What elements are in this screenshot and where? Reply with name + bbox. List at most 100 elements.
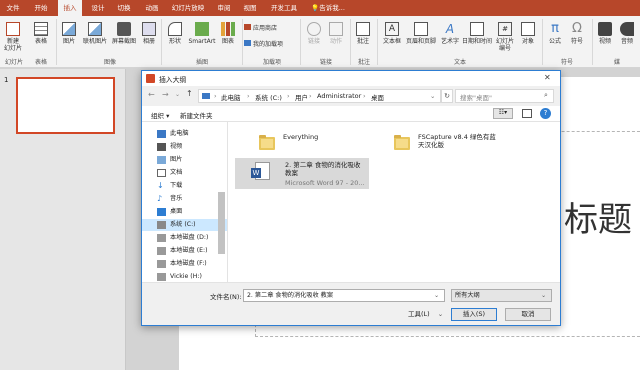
dialog-footer: 文件名(N): 2. 第二章 食物的消化吸收 教案 ⌄ 所有大纲 ⌄ 工具(L)…: [142, 282, 560, 325]
nav-item-this-pc[interactable]: 此电脑: [142, 128, 227, 140]
slide-title-placeholder[interactable]: 标题: [564, 200, 632, 240]
wordart-button[interactable]: A 艺术字: [438, 22, 462, 45]
filename-input[interactable]: 2. 第二章 食物的消化吸收 教案 ⌄: [243, 289, 445, 302]
table-button[interactable]: 表格: [30, 22, 52, 45]
chevron-down-icon[interactable]: ⌄: [541, 290, 546, 301]
new-slide-button[interactable]: 新建 幻灯片: [2, 22, 24, 52]
refresh-icon[interactable]: ↻: [441, 89, 453, 103]
globe-icon: [307, 22, 321, 36]
chevron-down-icon[interactable]: ⌄: [430, 92, 435, 100]
tools-button[interactable]: 工具(L) ⌄: [408, 308, 443, 321]
close-icon[interactable]: ✕: [544, 73, 551, 82]
filetype-select[interactable]: 所有大纲 ⌄: [451, 289, 552, 302]
search-icon: ⌕: [544, 91, 548, 99]
nav-item-drive-h[interactable]: Vickie (H:): [142, 271, 227, 282]
computer-icon: [202, 93, 210, 99]
dialog-toolbar: 组织 ▾ 新建文件夹 ☷▾ ?: [142, 106, 560, 122]
tab-transitions[interactable]: 切换: [113, 0, 135, 16]
tab-file[interactable]: 文件: [2, 0, 24, 16]
breadcrumb-item[interactable]: 桌面: [371, 92, 384, 102]
up-arrow-icon[interactable]: ↑: [186, 89, 193, 98]
textbox-button[interactable]: A 文本框: [379, 22, 405, 45]
smartart-button[interactable]: SmartArt: [188, 22, 216, 45]
video-button[interactable]: 视频: [594, 22, 616, 45]
folder-icon: [394, 135, 410, 150]
slide-number-button[interactable]: # 幻灯片 编号: [492, 22, 518, 52]
breadcrumb-separator-icon: ›: [363, 92, 366, 100]
file-item-selected[interactable]: W 2. 第二章 食物的消化吸收教案 Microsoft Word 97 - 2…: [235, 158, 369, 189]
nav-item-pictures[interactable]: 图片: [142, 154, 227, 166]
file-name: 2. 第二章 食物的消化吸收教案: [285, 161, 361, 177]
nav-item-desktop[interactable]: 桌面: [142, 206, 227, 218]
tell-me-box[interactable]: 💡告诉我...: [310, 0, 346, 16]
nav-item-downloads[interactable]: ↓ 下载: [142, 180, 227, 192]
preview-pane-icon[interactable]: [522, 109, 532, 118]
datetime-button[interactable]: 日期和时间: [462, 22, 492, 45]
nav-item-music[interactable]: ♪ 音乐: [142, 193, 227, 205]
help-icon[interactable]: ?: [540, 108, 551, 119]
my-addins-button[interactable]: 我的加载项: [244, 40, 292, 48]
forward-arrow-icon[interactable]: →: [162, 90, 169, 99]
navigation-pane: 此电脑 视频 图片 文档 ↓ 下载 ♪ 音乐 桌面 系统 (C:) 本地磁盘 (D:…: [142, 122, 228, 282]
shapes-button[interactable]: 形状: [164, 22, 186, 45]
nav-item-drive-d[interactable]: 本地磁盘 (D:): [142, 232, 227, 244]
file-item-folder[interactable]: FSCapture v8.4 绿色有蓝天汉化版: [392, 128, 552, 158]
drive-icon: [157, 221, 166, 229]
breadcrumb-item[interactable]: Administrator: [317, 92, 361, 100]
album-button[interactable]: 相册: [140, 22, 158, 45]
tab-slideshow[interactable]: 幻灯片放映: [168, 0, 208, 16]
cancel-button[interactable]: 取消: [505, 308, 551, 321]
comment-button[interactable]: 批注: [352, 22, 374, 45]
tab-developer[interactable]: 开发工具: [266, 0, 302, 16]
new-folder-button[interactable]: 新建文件夹: [180, 110, 213, 120]
nav-item-drive-e[interactable]: 本地磁盘 (E:): [142, 245, 227, 257]
tab-home[interactable]: 开始: [30, 0, 52, 16]
breadcrumb-item[interactable]: 用户: [295, 92, 308, 102]
screenshot-button[interactable]: 屏幕截图: [110, 22, 138, 45]
object-button[interactable]: 对象: [518, 22, 538, 45]
group-label-media: 媒: [613, 59, 620, 66]
textbox-icon: A: [385, 22, 399, 36]
action-icon: [329, 22, 343, 36]
header-footer-button[interactable]: 页眉和页脚: [405, 22, 437, 45]
search-box[interactable]: 搜索"桌面" ⌕: [455, 89, 554, 103]
nav-item-system-c[interactable]: 系统 (C:): [142, 219, 227, 231]
tab-insert[interactable]: 插入: [58, 0, 82, 16]
back-arrow-icon[interactable]: ←: [148, 90, 155, 99]
tab-view[interactable]: 视图: [240, 0, 260, 16]
nav-item-documents[interactable]: 文档: [142, 167, 227, 179]
calendar-icon: [470, 22, 484, 36]
dialog-title-bar: 插入大纲 ✕: [142, 71, 560, 86]
file-item-folder[interactable]: Everything: [257, 128, 367, 158]
recent-dropdown-icon[interactable]: ⌄: [175, 91, 180, 98]
view-options-icon[interactable]: ☷▾: [493, 108, 513, 119]
insert-button[interactable]: 插入(S): [451, 308, 497, 321]
breadcrumb-separator-icon: ›: [287, 92, 290, 100]
nav-item-videos[interactable]: 视频: [142, 141, 227, 153]
tab-review[interactable]: 审阅: [214, 0, 234, 16]
slide-thumbnail[interactable]: [16, 77, 115, 134]
online-picture-button[interactable]: 联机图片: [80, 22, 110, 45]
organize-button[interactable]: 组织 ▾: [151, 110, 169, 120]
chevron-down-icon[interactable]: ⌄: [434, 290, 439, 301]
nav-item-drive-f[interactable]: 本地磁盘 (F:): [142, 258, 227, 270]
audio-button[interactable]: 音频: [616, 22, 638, 45]
tab-design[interactable]: 设计: [87, 0, 109, 16]
tab-animations[interactable]: 动画: [141, 0, 163, 16]
group-label-symbols: 符号: [560, 59, 573, 66]
chart-button[interactable]: 图表: [218, 22, 238, 45]
breadcrumb-item[interactable]: 系统 (C:): [255, 92, 282, 102]
drive-icon: [157, 260, 166, 268]
picture-button[interactable]: 图片: [58, 22, 80, 45]
link-button[interactable]: 链接: [304, 22, 324, 45]
breadcrumb[interactable]: › 此电脑 › 系统 (C:) › 用户 › Administrator › 桌…: [198, 89, 441, 103]
breadcrumb-item[interactable]: 此电脑: [221, 92, 241, 102]
picture-icon: [62, 22, 76, 36]
store-button[interactable]: 应用商店: [244, 24, 288, 32]
nav-scrollbar[interactable]: [218, 192, 225, 254]
video-icon: [598, 22, 612, 36]
action-button[interactable]: 动作: [326, 22, 346, 45]
address-row: ← → ⌄ ↑ › 此电脑 › 系统 (C:) › 用户 › Administr…: [142, 86, 560, 106]
equation-button[interactable]: π 公式: [544, 22, 566, 46]
symbol-button[interactable]: Ω 符号: [566, 22, 588, 46]
